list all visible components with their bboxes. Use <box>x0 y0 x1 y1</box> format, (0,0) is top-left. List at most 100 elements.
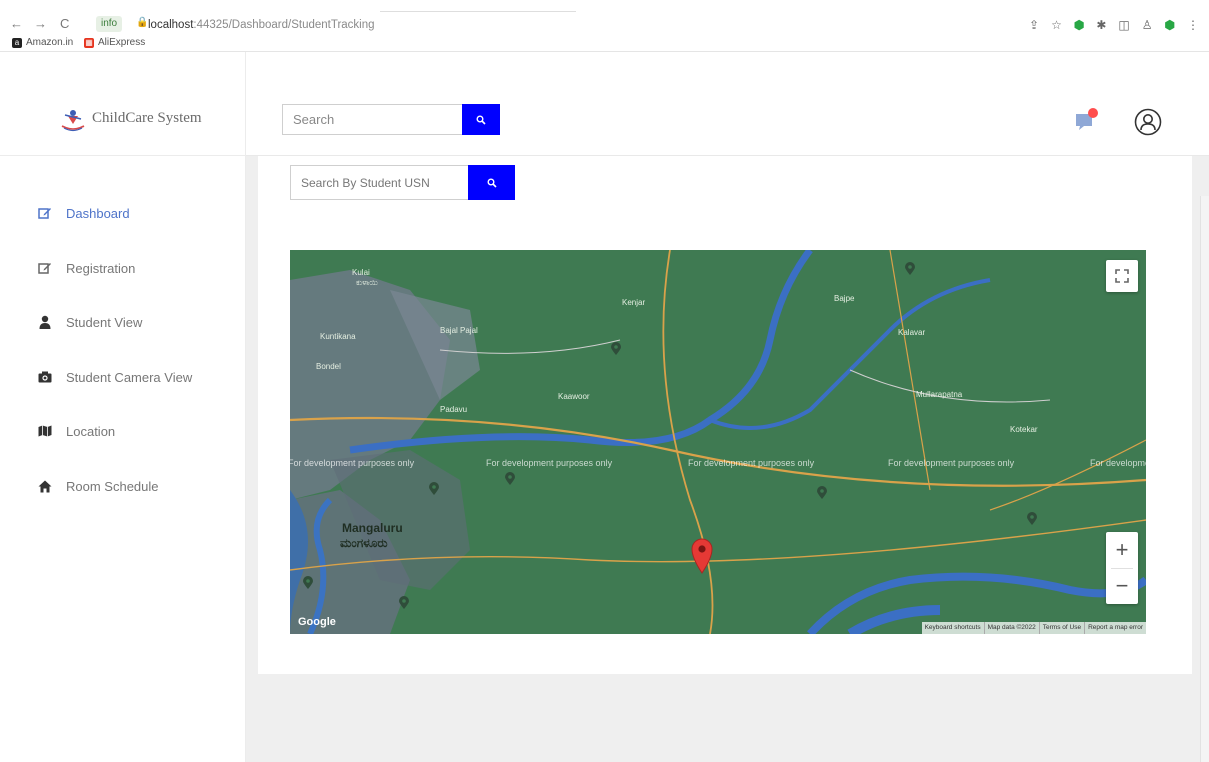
fullscreen-icon <box>1115 269 1129 283</box>
map-poi-icon[interactable] <box>302 576 314 590</box>
google-logo[interactable]: Google <box>298 616 336 628</box>
map-poi-icon[interactable] <box>398 596 410 610</box>
map-label: Kalavar <box>898 328 926 337</box>
bookmarks-bar: a Amazon.in ▦ AliExpress <box>0 36 1209 52</box>
edit-icon <box>36 260 54 276</box>
shield-extension-icon[interactable]: ⬢ <box>1074 15 1084 35</box>
bookmark-label: AliExpress <box>98 37 146 48</box>
page-scrollbar[interactable] <box>1200 196 1209 762</box>
map-city-label: Mangaluru <box>342 521 403 535</box>
map-terrain <box>290 250 1146 634</box>
edit-icon <box>36 205 54 221</box>
back-icon[interactable]: ← <box>10 16 23 32</box>
sidebar-item-label: Location <box>66 423 116 439</box>
map-label: Bajpe <box>834 294 855 303</box>
url-path: :44325/Dashboard/StudentTracking <box>193 19 375 31</box>
map-label: ಕುಳಾಯಿ <box>356 278 378 287</box>
sidebar-item-label: Student Camera View <box>66 369 193 385</box>
sidebar-item-label: Room Schedule <box>66 478 159 494</box>
url-text[interactable]: localhost:44325/Dashboard/StudentTrackin… <box>148 17 375 33</box>
map-label: Kuntikana <box>320 332 356 341</box>
student-usn-search-input[interactable] <box>290 165 468 200</box>
map-poi-icon[interactable] <box>428 482 440 496</box>
sidebar-item-student-camera-view[interactable]: Student Camera View <box>36 366 192 388</box>
profile-icon[interactable]: ♙ <box>1142 15 1153 35</box>
childcare-logo-icon <box>61 110 85 132</box>
notifications-button[interactable] <box>1072 104 1102 134</box>
dev-watermark: For development purposes only <box>290 458 415 468</box>
dev-watermark: For development purposes only <box>1090 458 1146 468</box>
map-zoom-in-button[interactable]: + <box>1106 532 1138 568</box>
map-label: Bajal Pajal <box>440 326 478 335</box>
top-bar <box>246 52 1209 156</box>
user-icon <box>36 314 54 330</box>
lock-icon: 🔒 <box>136 17 149 28</box>
menu-kebab-icon[interactable]: ⋮ <box>1187 15 1199 35</box>
share-icon[interactable]: ⇪ <box>1029 15 1039 35</box>
map-icon <box>36 423 54 439</box>
map-poi-icon[interactable] <box>610 342 622 356</box>
star-icon[interactable]: ☆ <box>1051 15 1062 35</box>
amazon-icon: a <box>12 37 22 48</box>
user-avatar-icon[interactable] <box>1134 108 1162 136</box>
sidebar: ChildCare System Dashboard Registration … <box>0 52 246 762</box>
address-bar[interactable]: info 🔒 localhost:44325/Dashboard/Student… <box>96 15 996 35</box>
sidebar-item-dashboard[interactable]: Dashboard <box>36 202 130 224</box>
map-poi-icon[interactable] <box>816 486 828 500</box>
bookmark-aliexpress[interactable]: ▦ AliExpress <box>84 37 145 48</box>
sidebar-item-label: Dashboard <box>66 205 130 221</box>
dev-watermark: For development purposes only <box>888 458 1015 468</box>
sidebar-item-student-view[interactable]: Student View <box>36 311 142 333</box>
map-label: Kaawoor <box>558 392 590 401</box>
dev-watermark: For development purposes only <box>486 458 613 468</box>
keyboard-shortcuts-link[interactable]: Keyboard shortcuts <box>922 622 984 634</box>
map-label: Kenjar <box>622 298 646 307</box>
browser-chrome: ← → C info 🔒 localhost:44325/Dashboard/S… <box>0 0 1209 52</box>
terms-of-use-link[interactable]: Terms of Use <box>1038 622 1084 634</box>
map-label: Mullarapatna <box>916 390 963 399</box>
student-location-map[interactable]: Kulai ಕುಳಾಯಿ Kuntikana Bajal Pajal Bonde… <box>290 250 1146 634</box>
map-city-local-label: ಮಂಗಳೂರು <box>340 536 388 550</box>
search-icon <box>487 178 497 188</box>
forward-icon[interactable]: → <box>34 16 47 32</box>
url-host: localhost <box>148 19 194 31</box>
search-button[interactable] <box>462 104 500 135</box>
reload-icon[interactable]: C <box>60 16 69 32</box>
student-usn-search-button[interactable] <box>468 165 515 200</box>
map-fullscreen-button[interactable] <box>1106 260 1138 292</box>
map-data-text: Map data ©2022 <box>983 622 1039 634</box>
sidebar-item-room-schedule[interactable]: Room Schedule <box>36 475 159 497</box>
camera-icon <box>36 369 54 385</box>
sidepanel-icon[interactable]: ◫ <box>1118 15 1129 35</box>
map-label: Kulai <box>352 268 370 277</box>
map-poi-icon[interactable] <box>904 262 916 276</box>
sidebar-item-label: Student View <box>66 314 143 330</box>
site-info-chip[interactable]: info <box>96 16 123 32</box>
map-zoom-out-button[interactable]: − <box>1106 568 1138 604</box>
home-icon <box>36 478 54 494</box>
search-input[interactable] <box>282 104 462 135</box>
dev-watermark-row: For development purposes only For develo… <box>290 458 1146 472</box>
tab-edge <box>380 0 576 12</box>
sidebar-item-label: Registration <box>66 260 136 276</box>
search-icon <box>476 115 486 125</box>
dev-watermark: For development purposes only <box>688 458 815 468</box>
report-map-error-link[interactable]: Report a map error <box>1084 622 1146 634</box>
sidebar-item-location[interactable]: Location <box>36 420 115 442</box>
map-label: Bondel <box>316 362 341 371</box>
brand-name: ChildCare System <box>92 110 202 126</box>
bookmark-amazon[interactable]: a Amazon.in <box>12 37 73 48</box>
map-zoom-control: + − <box>1106 532 1138 604</box>
map-poi-icon[interactable] <box>504 472 516 486</box>
sidebar-item-registration[interactable]: Registration <box>36 257 135 279</box>
map-poi-icon[interactable] <box>1026 512 1038 526</box>
adblock-extension-icon[interactable]: ⬢ <box>1165 15 1175 35</box>
aliexpress-icon: ▦ <box>84 37 94 48</box>
tab-strip <box>0 0 1209 12</box>
brand[interactable]: ChildCare System <box>0 52 246 156</box>
bookmark-label: Amazon.in <box>26 37 74 48</box>
chat-icon <box>1076 108 1098 130</box>
student-location-marker-icon[interactable] <box>690 538 714 574</box>
extension-toolbar: ⇪ ☆ ⬢ ✱ ◫ ♙ ⬢ ⋮ <box>1029 14 1199 36</box>
puzzle-extension-icon[interactable]: ✱ <box>1096 15 1106 35</box>
